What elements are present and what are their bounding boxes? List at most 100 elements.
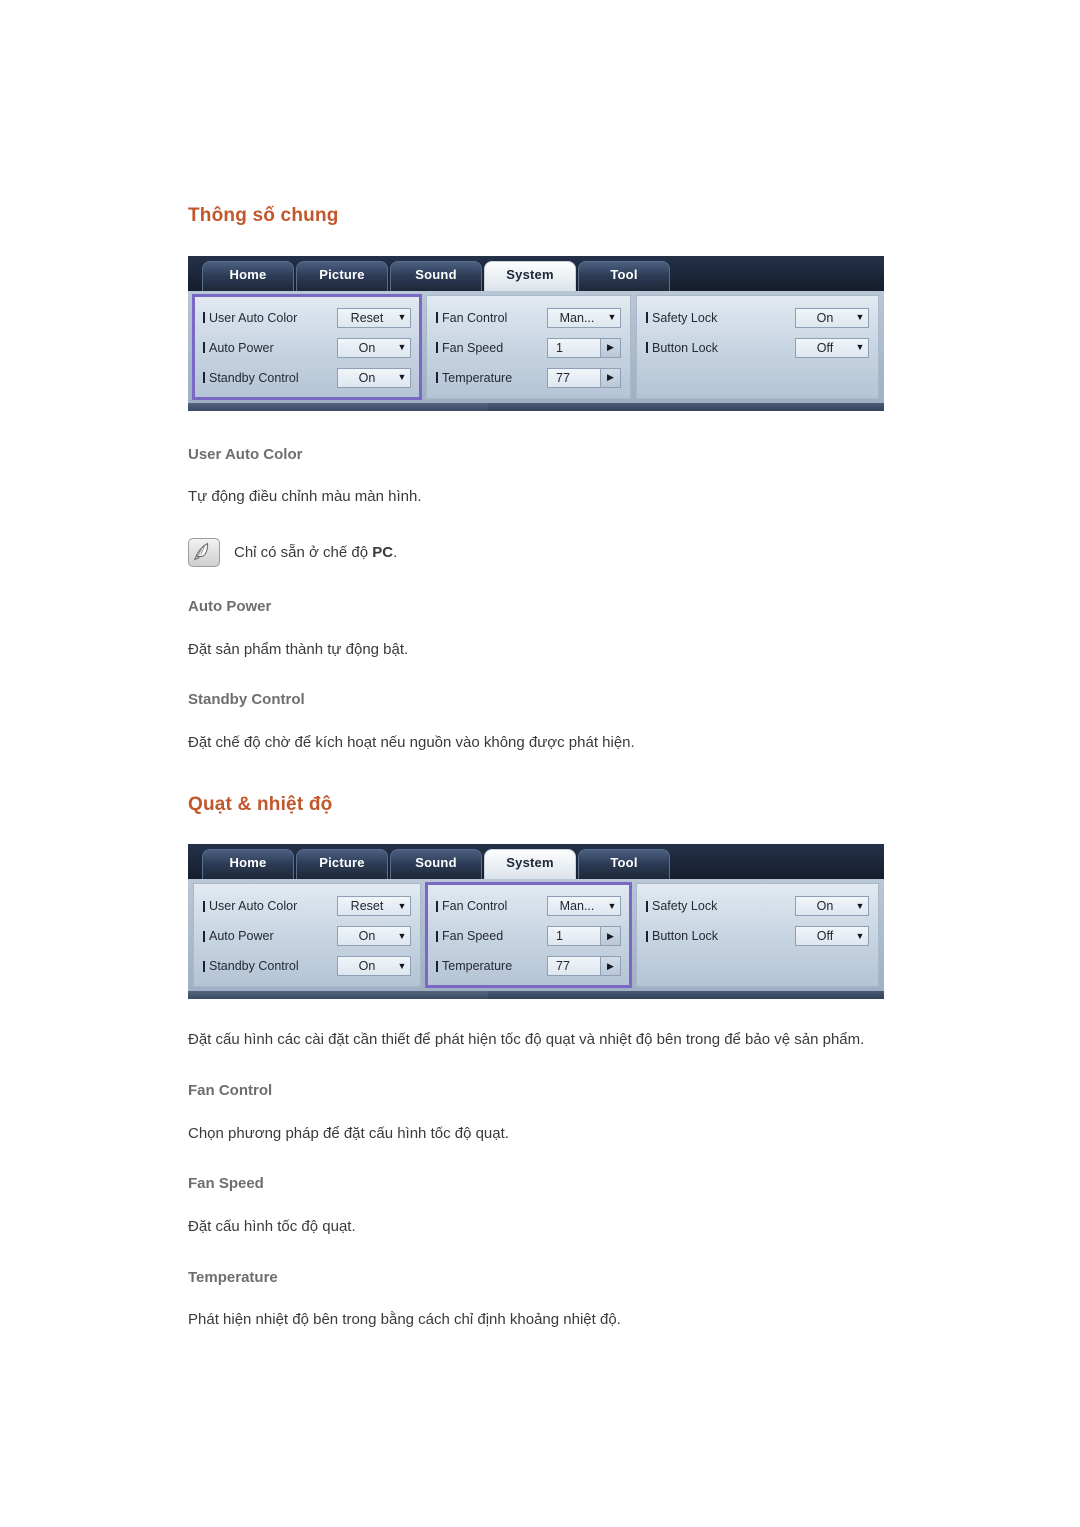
chevron-right-icon[interactable]: ▶ [600, 338, 620, 357]
chevron-down-icon: ▼ [855, 312, 865, 323]
osd-screenshot-general: Home Picture Sound System Tool User Auto… [188, 255, 884, 411]
osd-row-auto-power[interactable]: Auto Power On ▼ [203, 333, 411, 363]
osd-panel-general: User Auto Color Reset ▼ Auto Power On ▼ [193, 883, 421, 988]
osd-label-fan-control: Fan Control [436, 899, 547, 913]
osd-tab-system[interactable]: System [484, 849, 576, 880]
osd-scrollbar[interactable] [188, 991, 884, 1000]
chevron-right-icon[interactable]: ▶ [600, 368, 620, 387]
osd-spinner-temperature[interactable]: 77 ▶ [547, 956, 621, 977]
osd-row-button-lock[interactable]: Button Lock Off ▼ [646, 921, 869, 951]
osd-row-standby-control[interactable]: Standby Control On ▼ [203, 951, 411, 981]
chevron-right-icon[interactable]: ▶ [600, 927, 620, 946]
subheading-fan-control: Fan Control [188, 1082, 273, 1100]
chevron-down-icon: ▼ [397, 342, 407, 353]
osd-tab-bar: Home Picture Sound System Tool [188, 844, 884, 880]
chevron-down-icon: ▼ [397, 372, 407, 383]
osd-label-safety-lock: Safety Lock [646, 311, 795, 325]
osd-scrollbar-thumb[interactable] [188, 402, 488, 411]
osd-dropdown-user-auto-color[interactable]: Reset ▼ [337, 896, 411, 917]
osd-dropdown-button-lock[interactable]: Off ▼ [795, 926, 869, 947]
row-marker-icon [436, 960, 438, 972]
osd-scrollbar[interactable] [188, 402, 884, 411]
row-marker-icon [436, 930, 438, 942]
osd-dropdown-safety-lock[interactable]: On ▼ [795, 896, 869, 917]
osd-row-safety-lock[interactable]: Safety Lock On ▼ [646, 303, 869, 333]
osd-screenshot-fan: Home Picture Sound System Tool User Auto… [188, 844, 884, 1000]
osd-row-auto-power[interactable]: Auto Power On ▼ [203, 921, 411, 951]
chevron-down-icon: ▼ [397, 930, 407, 941]
osd-scrollbar-thumb[interactable] [188, 991, 488, 1000]
note-text: Chỉ có sẵn ở chế độ PC. [234, 544, 398, 562]
osd-row-user-auto-color[interactable]: User Auto Color Reset ▼ [203, 891, 411, 921]
osd-dropdown-safety-lock[interactable]: On ▼ [795, 307, 869, 328]
paragraph-fan-intro: Đặt cấu hình các cài đặt cần thiết để ph… [188, 1031, 865, 1049]
osd-tab-tool[interactable]: Tool [578, 849, 670, 880]
row-marker-icon [203, 312, 205, 324]
content-column: Thông số chung Home Picture Sound System… [188, 205, 898, 1331]
osd-label-fan-speed: Fan Speed [436, 341, 547, 355]
row-marker-icon [203, 900, 205, 912]
osd-dropdown-auto-power[interactable]: On ▼ [337, 926, 411, 947]
osd-row-fan-speed[interactable]: Fan Speed 1 ▶ [436, 921, 621, 951]
osd-dropdown-standby-control[interactable]: On ▼ [337, 956, 411, 977]
chevron-down-icon: ▼ [855, 342, 865, 353]
subheading-fan-speed: Fan Speed [188, 1175, 264, 1193]
chevron-down-icon: ▼ [397, 900, 407, 911]
osd-dropdown-fan-control[interactable]: Man... ▼ [547, 896, 621, 917]
osd-tab-sound[interactable]: Sound [390, 849, 482, 880]
chevron-right-icon[interactable]: ▶ [600, 957, 620, 976]
row-marker-icon [203, 342, 205, 354]
row-marker-icon [436, 900, 438, 912]
osd-row-fan-control[interactable]: Fan Control Man... ▼ [436, 303, 621, 333]
osd-tab-picture[interactable]: Picture [296, 260, 388, 291]
osd-dropdown-standby-control[interactable]: On ▼ [337, 367, 411, 388]
row-marker-icon [646, 342, 648, 354]
osd-row-standby-control[interactable]: Standby Control On ▼ [203, 363, 411, 393]
osd-panel-fan: Fan Control Man... ▼ Fan Speed 1 ▶ Tempe… [425, 882, 632, 989]
osd-tab-sound[interactable]: Sound [390, 260, 482, 291]
osd-row-temperature[interactable]: Temperature 77 ▶ [436, 363, 621, 393]
osd-row-fan-speed[interactable]: Fan Speed 1 ▶ [436, 333, 621, 363]
osd-label-temperature: Temperature [436, 371, 547, 385]
osd-row-user-auto-color[interactable]: User Auto Color Reset ▼ [203, 303, 411, 333]
osd-dropdown-button-lock[interactable]: Off ▼ [795, 337, 869, 358]
osd-tab-tool[interactable]: Tool [578, 260, 670, 291]
osd-panel-area: User Auto Color Reset ▼ Auto Power On ▼ [188, 290, 884, 403]
osd-row-button-lock[interactable]: Button Lock Off ▼ [646, 333, 869, 363]
osd-tab-picture[interactable]: Picture [296, 849, 388, 880]
paragraph-fan-speed: Đặt cấu hình tốc độ quạt. [188, 1217, 356, 1235]
osd-label-button-lock: Button Lock [646, 341, 795, 355]
osd-row-fan-control[interactable]: Fan Control Man... ▼ [436, 891, 621, 921]
subheading-auto-power: Auto Power [188, 598, 272, 616]
row-marker-icon [203, 930, 205, 942]
section-heading-general: Thông số chung [188, 205, 339, 226]
paragraph-user-auto-color: Tự động điều chỉnh màu màn hình. [188, 488, 422, 506]
subheading-user-auto-color: User Auto Color [188, 445, 303, 463]
osd-dropdown-user-auto-color[interactable]: Reset ▼ [337, 307, 411, 328]
osd-tab-system[interactable]: System [484, 260, 576, 291]
osd-label-fan-speed: Fan Speed [436, 929, 547, 943]
subheading-standby-control: Standby Control [188, 691, 305, 709]
osd-tab-home[interactable]: Home [202, 849, 294, 880]
chevron-down-icon: ▼ [397, 312, 407, 323]
osd-tab-home[interactable]: Home [202, 260, 294, 291]
osd-spinner-fan-speed[interactable]: 1 ▶ [547, 337, 621, 358]
osd-panel-fan: Fan Control Man... ▼ Fan Speed 1 ▶ Tempe… [426, 294, 631, 399]
chevron-down-icon: ▼ [607, 900, 617, 911]
osd-panel-area: User Auto Color Reset ▼ Auto Power On ▼ [188, 879, 884, 992]
osd-spinner-fan-speed[interactable]: 1 ▶ [547, 926, 621, 947]
osd-label-button-lock: Button Lock [646, 929, 795, 943]
osd-spinner-temperature[interactable]: 77 ▶ [547, 367, 621, 388]
osd-label-user-auto-color: User Auto Color [203, 899, 337, 913]
osd-panel-general: User Auto Color Reset ▼ Auto Power On ▼ [192, 293, 422, 400]
osd-dropdown-fan-control[interactable]: Man... ▼ [547, 307, 621, 328]
row-marker-icon [436, 372, 438, 384]
osd-row-safety-lock[interactable]: Safety Lock On ▼ [646, 891, 869, 921]
paragraph-temperature: Phát hiện nhiệt độ bên trong bằng cách c… [188, 1311, 621, 1329]
document-page: Thông số chung Home Picture Sound System… [0, 0, 1080, 1527]
osd-dropdown-auto-power[interactable]: On ▼ [337, 337, 411, 358]
row-marker-icon [646, 930, 648, 942]
chevron-down-icon: ▼ [397, 960, 407, 971]
osd-label-user-auto-color: User Auto Color [203, 311, 337, 325]
osd-row-temperature[interactable]: Temperature 77 ▶ [436, 951, 621, 981]
